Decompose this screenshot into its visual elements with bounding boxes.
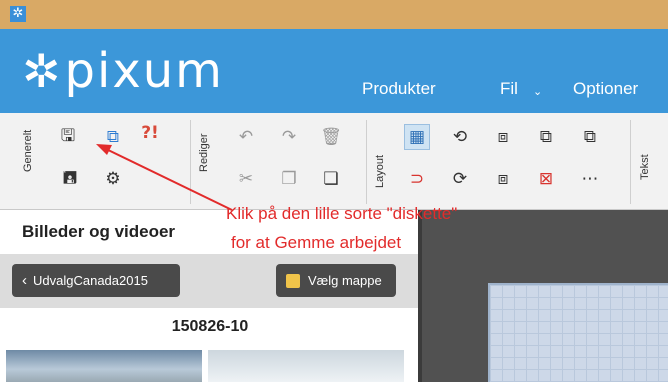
ribbon-separator — [366, 120, 367, 204]
help-icon[interactable]: ?! — [137, 120, 163, 146]
menu-optioner[interactable]: Optioner — [573, 79, 638, 99]
pixum-logo: ✲ pixum — [22, 39, 224, 103]
album-name: 150826-10 — [171, 318, 249, 335]
chevron-down-icon[interactable]: ⌄ — [533, 85, 542, 98]
menu-produkter[interactable]: Produkter — [362, 79, 436, 99]
redo-icon[interactable]: ↷ — [276, 124, 302, 150]
choose-folder-button[interactable]: Vælg mappe — [276, 264, 396, 297]
rotate-icon[interactable]: ⟲ — [447, 124, 473, 150]
panel-splitter[interactable] — [418, 210, 422, 382]
chevron-left-icon: ‹ — [22, 272, 27, 289]
window-titlebar: ✲ — [0, 0, 668, 29]
copy-icon[interactable]: ❐ — [276, 166, 302, 192]
app-window-icon: ✲ — [10, 6, 26, 22]
rotate-left-icon[interactable]: ⟳ — [447, 166, 473, 192]
undo-icon[interactable]: ↶ — [233, 124, 259, 150]
page-preview[interactable] — [488, 283, 668, 382]
photo-thumbnail[interactable] — [6, 350, 202, 382]
group-label-generelt: Generelt — [22, 129, 34, 172]
delete-layout-icon[interactable]: ⊠ — [533, 166, 559, 192]
bring-forward-icon[interactable]: ⧈ — [490, 166, 516, 192]
save-as-icon[interactable]: 🖪 — [57, 166, 83, 192]
group-label-tekst: Tekst — [639, 154, 651, 180]
annotation-line-1: Klik på den lille sorte "diskette" — [226, 204, 458, 223]
more-icon[interactable]: ⋯ — [577, 166, 603, 192]
paste-icon[interactable]: ❏ — [318, 166, 344, 192]
export-icon[interactable]: ⧉ — [100, 124, 126, 150]
save-icon[interactable]: 🖫 — [55, 124, 81, 150]
photo-thumbnail[interactable] — [208, 350, 404, 382]
ribbon-separator — [190, 120, 191, 204]
back-button-label: UdvalgCanada2015 — [33, 273, 148, 288]
choose-folder-label: Vælg mappe — [308, 273, 382, 288]
menu-fil[interactable]: Fil — [500, 79, 518, 99]
pixum-flower-icon: ✲ — [22, 44, 61, 98]
arrange-icon[interactable]: ⧉ — [533, 124, 559, 150]
grid-icon[interactable]: ▦ — [404, 124, 430, 150]
delete-icon[interactable]: 🗑 — [318, 124, 344, 150]
settings-icon[interactable]: ⚙ — [100, 166, 126, 192]
ribbon-separator — [630, 120, 631, 204]
back-button[interactable]: ‹ UdvalgCanada2015 — [12, 264, 180, 297]
group-label-rediger: Rediger — [198, 133, 210, 172]
arrange-front-icon[interactable]: ⧉ — [577, 124, 603, 150]
folder-icon — [286, 273, 300, 288]
brand-name: pixum — [64, 43, 224, 99]
cut-icon[interactable]: ✂ — [233, 166, 259, 192]
magnet-icon[interactable]: ⊃ — [404, 166, 430, 192]
panel-title: Billeder og videoer — [22, 222, 176, 241]
annotation-line-2: for at Gemme arbejdet — [231, 233, 402, 252]
group-label-layout: Layout — [374, 154, 386, 188]
app-header: ✲ pixum Produkter Fil ⌄ Optioner — [0, 29, 668, 113]
send-back-icon[interactable]: ⧈ — [490, 124, 516, 150]
